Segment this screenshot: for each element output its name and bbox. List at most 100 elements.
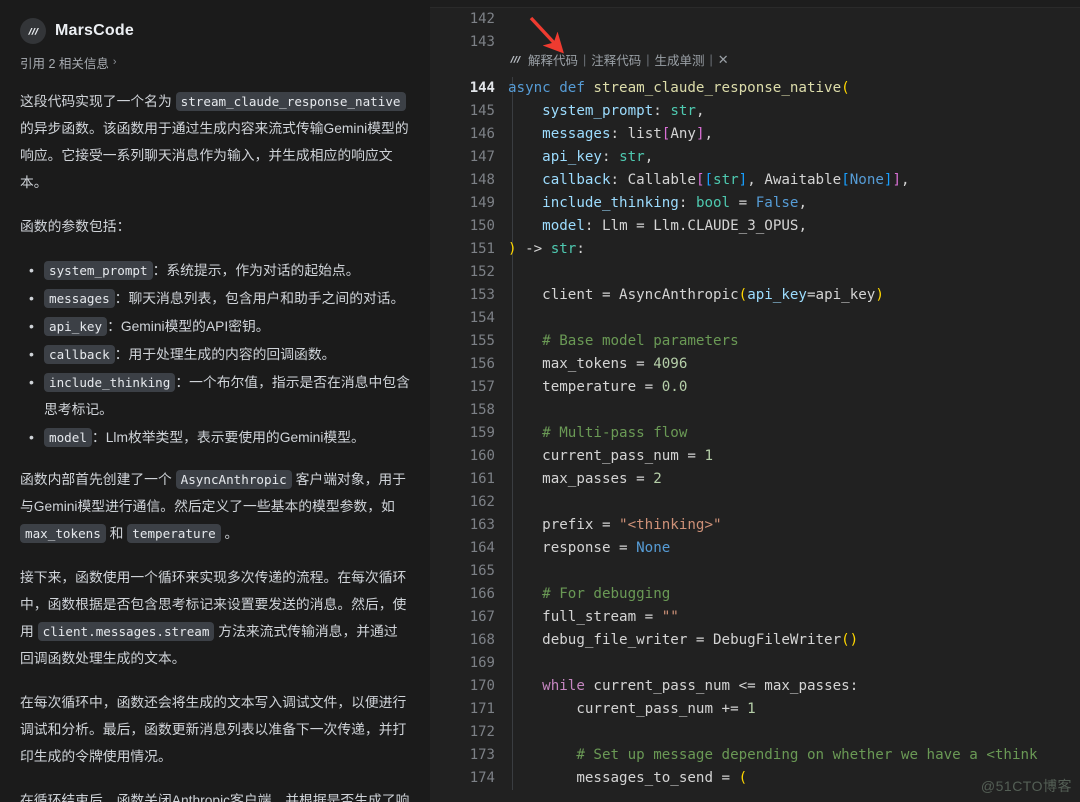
code-line[interactable]: 154 <box>430 307 1080 330</box>
code-text: system_prompt: str, <box>542 103 705 119</box>
code-line[interactable]: 161 max_passes = 2 <box>430 468 1080 491</box>
code-text: temperature = 0.0 <box>508 379 688 395</box>
list-item: system_prompt：系统提示，作为对话的起始点。 <box>20 257 410 284</box>
code-line[interactable]: 172 <box>430 721 1080 744</box>
indent-guide <box>512 652 513 675</box>
codelens-generate-unittest[interactable]: 生成单测 <box>655 50 705 69</box>
line-number: 143 <box>469 34 495 50</box>
indent-guide <box>512 491 513 514</box>
code-line[interactable]: 158 <box>430 399 1080 422</box>
code-text: ) -> str: <box>508 241 585 257</box>
code-line[interactable]: 169 <box>430 652 1080 675</box>
code-text: include_thinking: bool = False, <box>542 195 807 211</box>
codelens-explain-code[interactable]: 解释代码 <box>528 50 578 69</box>
code-text: # Base model parameters <box>508 333 739 349</box>
code-text: # Set up message depending on whether we… <box>508 747 1038 763</box>
line-number: 161 <box>469 471 495 487</box>
line-number: 168 <box>469 632 495 648</box>
citation-label: 引用 2 相关信息 <box>20 57 109 71</box>
line-number: 170 <box>469 678 495 694</box>
intro-paragraph: 这段代码实现了一个名为 stream_claude_response_nativ… <box>20 88 410 196</box>
line-number: 146 <box>469 126 495 142</box>
watermark: @51CTO博客 <box>980 778 1072 794</box>
marscode-logo-icon <box>508 52 523 67</box>
code-line[interactable]: 155 # Base model parameters <box>430 330 1080 353</box>
code-lines-container[interactable]: 142 143 144 async def stream_claude_respons… <box>430 8 1080 802</box>
code-line[interactable]: 171 current_pass_num += 1 <box>430 698 1080 721</box>
code-line[interactable]: 149 include_thinking: bool = False, <box>430 192 1080 215</box>
p2-text-d: 。 <box>220 526 239 541</box>
param-code-include-thinking: include_thinking <box>44 373 176 392</box>
code-line[interactable]: 144 async def stream_claude_response_nati… <box>430 77 1080 100</box>
list-item: api_key：Gemini模型的API密钥。 <box>20 313 410 340</box>
codelens-separator: | <box>709 52 713 67</box>
code-text: full_stream = "" <box>508 609 679 625</box>
close-icon[interactable]: ✕ <box>718 52 729 68</box>
code-line[interactable]: 173 # Set up message depending on whethe… <box>430 744 1080 767</box>
paragraph-closing: 在循环结束后，函数关闭Anthropic客户端，并根据是否生成了响应来返回相应的… <box>20 793 410 802</box>
line-number: 162 <box>469 494 495 510</box>
code-text: async def stream_claude_response_native( <box>508 80 850 96</box>
code-text: callback: Callable[[str], Awaitable[None… <box>542 172 910 188</box>
inline-code-asyncanthropic: AsyncAnthropic <box>175 470 292 489</box>
code-line[interactable]: 159 # Multi-pass flow <box>430 422 1080 445</box>
code-line[interactable]: 150 model: Llm = Llm.CLAUDE_3_OPUS, <box>430 215 1080 238</box>
code-text: # Multi-pass flow <box>508 425 688 441</box>
code-text: while current_pass_num <= max_passes: <box>542 678 859 694</box>
code-text: current_pass_num = 1 <box>508 448 714 464</box>
paragraph-debugging: 在每次循环中，函数还会将生成的文本写入调试文件，以便进行调试和分析。最后，函数更… <box>20 695 407 764</box>
code-text: # For debugging <box>508 586 671 602</box>
code-line[interactable]: 164 response = None <box>430 537 1080 560</box>
code-line[interactable]: 168 debug_file_writer = DebugFileWriter(… <box>430 629 1080 652</box>
code-line[interactable]: 156 max_tokens = 4096 <box>430 353 1080 376</box>
line-number: 159 <box>469 425 495 441</box>
code-line[interactable]: 166 # For debugging <box>430 583 1080 606</box>
p2-text-c: 和 <box>105 526 128 541</box>
param-desc: ：Gemini模型的API密钥。 <box>107 319 270 334</box>
code-line[interactable]: 163 prefix = "<thinking>" <box>430 514 1080 537</box>
citation-link[interactable]: 引用 2 相关信息 › <box>20 53 410 72</box>
code-line[interactable]: 147 api_key: str, <box>430 146 1080 169</box>
code-line[interactable]: 145 system_prompt: str, <box>430 100 1080 123</box>
code-line[interactable]: 151 ) -> str: <box>430 238 1080 261</box>
code-line[interactable]: 148 callback: Callable[[str], Awaitable[… <box>430 169 1080 192</box>
code-text: response = None <box>508 540 671 556</box>
param-desc: ：Llm枚举类型，表示要使用的Gemini模型。 <box>91 430 365 445</box>
line-number: 164 <box>469 540 495 556</box>
line-number: 151 <box>469 241 495 257</box>
code-text: messages: list[Any], <box>542 126 714 142</box>
list-item: messages：聊天消息列表，包含用户和助手之间的对话。 <box>20 285 410 312</box>
code-line[interactable]: 170 while current_pass_num <= max_passes… <box>430 675 1080 698</box>
line-number: 166 <box>469 586 495 602</box>
line-number: 149 <box>469 195 495 211</box>
code-line[interactable]: 146 messages: list[Any], <box>430 123 1080 146</box>
code-line[interactable]: 162 <box>430 491 1080 514</box>
code-line[interactable]: 142 <box>430 8 1080 31</box>
code-line[interactable]: 157 temperature = 0.0 <box>430 376 1080 399</box>
codelens-separator: | <box>646 52 650 67</box>
editor-top-strip <box>430 0 1080 8</box>
codelens-action-bar[interactable]: 解释代码 | 注释代码 | 生成单测 | ✕ <box>508 48 729 71</box>
line-number: 157 <box>469 379 495 395</box>
marscode-logo-icon <box>20 18 46 44</box>
chevron-right-icon: › <box>112 56 117 68</box>
indent-guide <box>512 399 513 422</box>
inline-code-max-tokens: max_tokens <box>20 524 106 543</box>
codelens-comment-code[interactable]: 注释代码 <box>591 50 641 69</box>
paragraph-loop-flow: 接下来，函数使用一个循环来实现多次传递的流程。在每次循环中，函数根据是否包含思考… <box>20 564 410 672</box>
code-text: current_pass_num += 1 <box>508 701 756 717</box>
line-number: 174 <box>469 770 495 786</box>
list-item: model：Llm枚举类型，表示要使用的Gemini模型。 <box>20 424 410 451</box>
code-line[interactable]: 160 current_pass_num = 1 <box>430 445 1080 468</box>
line-number: 144 <box>469 80 495 96</box>
code-line[interactable]: 152 <box>430 261 1080 284</box>
code-text: client = AsyncAnthropic(api_key=api_key) <box>508 287 884 303</box>
code-editor-panel: 142 143 144 async def stream_claude_respons… <box>430 0 1080 802</box>
line-number: 155 <box>469 333 495 349</box>
code-text: model: Llm = Llm.CLAUDE_3_OPUS, <box>542 218 807 234</box>
line-number: 148 <box>469 172 495 188</box>
code-line[interactable]: 153 client = AsyncAnthropic(api_key=api_… <box>430 284 1080 307</box>
code-line[interactable]: 165 <box>430 560 1080 583</box>
code-line[interactable]: 167 full_stream = "" <box>430 606 1080 629</box>
list-item: include_thinking：一个布尔值，指示是否在消息中包含思考标记。 <box>20 369 410 423</box>
